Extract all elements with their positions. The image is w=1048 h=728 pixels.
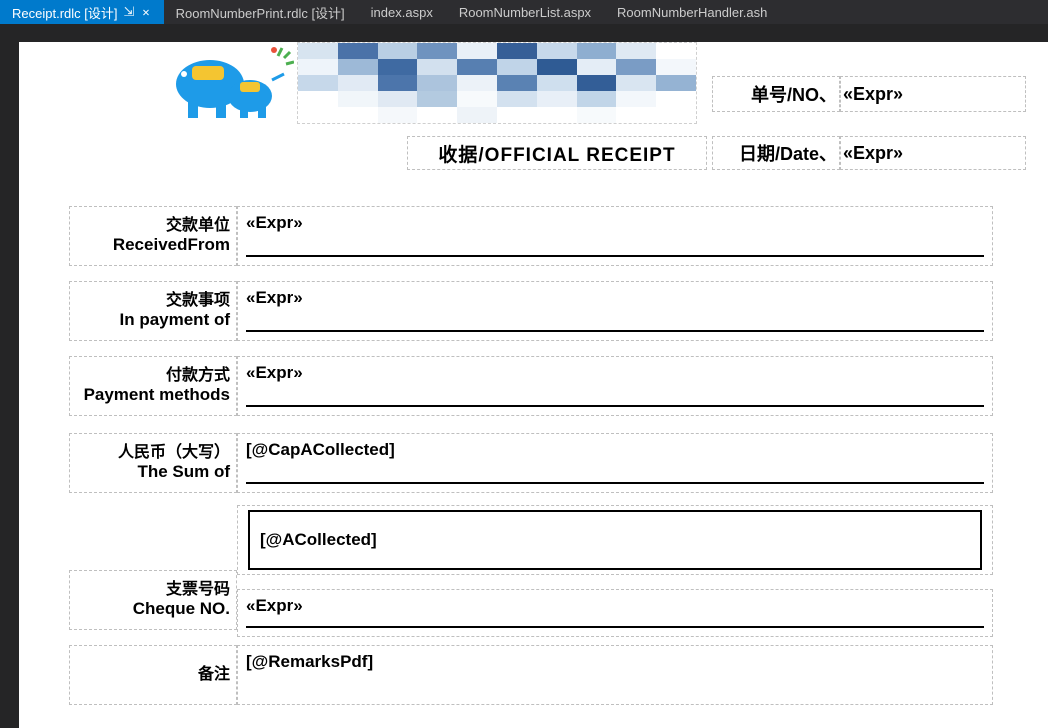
text: «Expr»	[843, 84, 903, 105]
tab-roomnumberhandler[interactable]: RoomNumberHandler.ash	[605, 0, 781, 24]
tab-label: RoomNumberList.aspx	[459, 5, 591, 20]
tab-receipt-rdlc[interactable]: Receipt.rdlc [设计] ⇲ ✕	[0, 0, 164, 24]
amount-box-cell[interactable]: [@ACollected]	[237, 505, 993, 575]
value-in-payment-of[interactable]: «Expr»	[237, 281, 993, 341]
value-remarks[interactable]: [@RemarksPdf]	[237, 645, 993, 705]
pin-icon[interactable]: ⇲	[123, 4, 134, 20]
value-sum-of[interactable]: [@CapACollected]	[237, 433, 993, 493]
document-tab-bar: Receipt.rdlc [设计] ⇲ ✕ RoomNumberPrint.rd…	[0, 0, 1048, 24]
label-jp: 人民币（大写）	[118, 444, 230, 462]
header-banner-image[interactable]	[297, 42, 697, 124]
header-no-label[interactable]: 单号/NO、	[712, 76, 840, 112]
tab-label: Receipt.rdlc [设计]	[12, 3, 117, 22]
text: «Expr»	[246, 288, 303, 307]
tab-index-aspx[interactable]: index.aspx	[359, 0, 447, 24]
label-en: Payment methods	[84, 385, 230, 405]
header-no-value[interactable]: «Expr»	[840, 76, 1026, 112]
value-received-from[interactable]: «Expr»	[237, 206, 993, 266]
logo-image[interactable]	[158, 42, 294, 124]
label-received-from[interactable]: 交款单位 ReceivedFrom	[69, 206, 237, 266]
label-en: Cheque NO.	[133, 599, 230, 619]
report-canvas: 单号/NO、 «Expr» 收据/OFFICIAL RECEIPT 日期/Dat…	[19, 42, 1039, 728]
text: «Expr»	[246, 596, 303, 615]
label-en: The Sum of	[137, 462, 230, 482]
text: 单号/NO、	[751, 81, 837, 107]
elephant-icon	[158, 42, 294, 124]
text: «Expr»	[246, 213, 303, 232]
text: 日期/Date、	[739, 140, 837, 166]
label-cheque-no[interactable]: 支票号码 Cheque NO.	[69, 570, 237, 630]
underline	[246, 330, 984, 332]
label-in-payment-of[interactable]: 交款事项 In payment of	[69, 281, 237, 341]
underline	[246, 255, 984, 257]
text: [@RemarksPdf]	[246, 652, 373, 671]
value-payment-methods[interactable]: «Expr»	[237, 356, 993, 416]
label-sum-of[interactable]: 人民币（大写） The Sum of	[69, 433, 237, 493]
label-jp: 付款方式	[166, 367, 230, 385]
tab-label: RoomNumberHandler.ash	[617, 5, 767, 20]
tab-label: RoomNumberPrint.rdlc [设计]	[176, 3, 345, 22]
underline	[246, 405, 984, 407]
label-jp: 支票号码	[166, 581, 230, 599]
label-en: In payment of	[119, 310, 230, 330]
close-icon[interactable]: ✕	[142, 5, 149, 19]
receipt-title[interactable]: 收据/OFFICIAL RECEIPT	[407, 136, 707, 170]
designer-workarea: 单号/NO、 «Expr» 收据/OFFICIAL RECEIPT 日期/Dat…	[0, 24, 1048, 728]
header-date-value[interactable]: «Expr»	[840, 136, 1026, 170]
label-jp: 交款单位	[166, 217, 230, 235]
text: «Expr»	[843, 143, 903, 164]
value-cheque-no[interactable]: «Expr»	[237, 589, 993, 637]
text: [@CapACollected]	[246, 440, 395, 459]
label-jp: 备注	[198, 666, 230, 684]
tab-roomnumberlist[interactable]: RoomNumberList.aspx	[447, 0, 605, 24]
label-remarks[interactable]: 备注	[69, 645, 237, 705]
tab-label: index.aspx	[371, 5, 433, 20]
tab-roomnumberprint[interactable]: RoomNumberPrint.rdlc [设计]	[164, 0, 359, 24]
underline	[246, 482, 984, 484]
text: [@ACollected]	[260, 530, 377, 549]
label-jp: 交款事项	[166, 292, 230, 310]
label-en: ReceivedFrom	[113, 235, 230, 255]
report-canvas-viewport[interactable]: 单号/NO、 «Expr» 收据/OFFICIAL RECEIPT 日期/Dat…	[19, 42, 1048, 728]
label-payment-methods[interactable]: 付款方式 Payment methods	[69, 356, 237, 416]
header-date-label[interactable]: 日期/Date、	[712, 136, 840, 170]
underline	[246, 626, 984, 628]
text: «Expr»	[246, 363, 303, 382]
amount-box: [@ACollected]	[248, 510, 982, 570]
text: 收据/OFFICIAL RECEIPT	[438, 140, 675, 167]
